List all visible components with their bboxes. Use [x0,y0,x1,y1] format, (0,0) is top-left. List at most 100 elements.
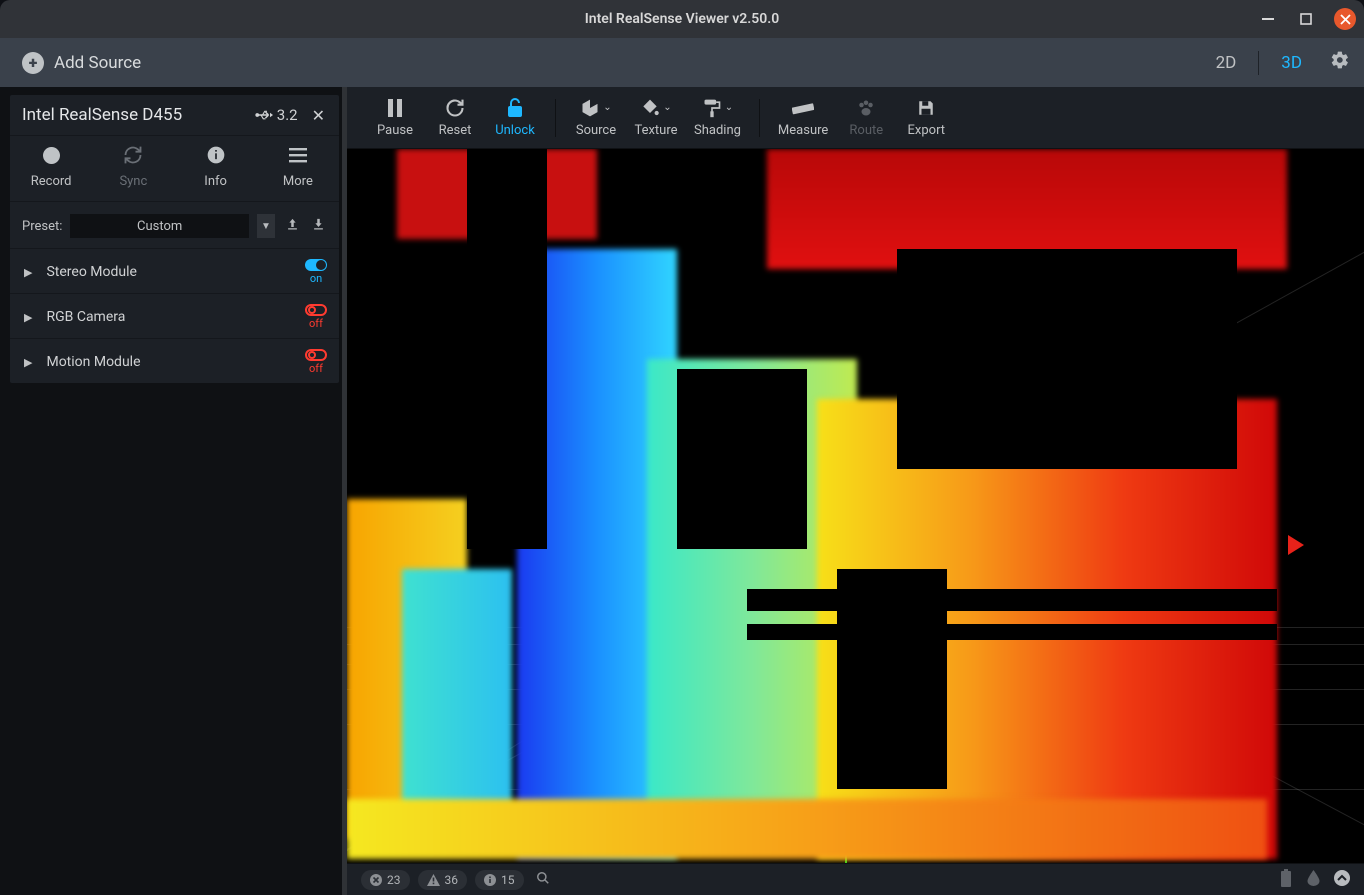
warning-icon [427,874,440,886]
pause-icon [387,97,403,119]
sync-button[interactable]: Sync [92,144,174,189]
expand-caret-icon: ▶ [24,311,32,324]
toggle-state: on [310,272,322,285]
module-label: Motion Module [46,354,140,370]
x-axis-arrow-icon [1288,535,1304,555]
preset-dropdown-caret[interactable]: ▼ [257,214,275,238]
module-toggle[interactable]: off [305,304,327,330]
window-title: Intel RealSense Viewer v2.50.0 [585,11,780,27]
reset-label: Reset [439,123,472,138]
toggle-pill-icon [305,349,327,361]
viewport: Pause Reset Unlock [347,87,1364,895]
add-source-button[interactable]: + Add Source [0,38,347,87]
3d-canvas[interactable] [347,149,1364,863]
viewer-toolbar: Pause Reset Unlock [347,87,1364,149]
minimize-button[interactable] [1258,9,1278,29]
module-rgb[interactable]: ▶ RGB Camera off [10,293,339,338]
reset-button[interactable]: Reset [433,97,477,138]
status-right [1279,869,1350,891]
toggle-pill-icon [305,304,327,316]
module-toggle[interactable]: on [305,259,327,285]
hamburger-icon [289,144,307,166]
view-3d-button[interactable]: 3D [1277,51,1306,75]
preset-label: Preset: [22,219,62,234]
record-button[interactable]: Record [10,144,92,189]
expand-up-icon[interactable] [1334,870,1350,890]
expand-caret-icon: ▶ [24,356,32,369]
status-counters: 23 36 15 [361,870,550,890]
module-label: Stereo Module [46,264,136,280]
pause-button[interactable]: Pause [373,97,417,138]
droplet-icon [1307,870,1320,890]
toggle-state: off [309,317,323,330]
sync-icon [123,144,143,166]
more-label: More [283,174,313,189]
shading-label: Shading [694,123,741,138]
device-panel: Intel RealSense D455 3.2 ✕ Record [10,95,339,383]
save-icon [917,97,935,119]
upload-preset-icon[interactable] [283,217,301,236]
unlock-icon [507,97,523,119]
unlock-button[interactable]: Unlock [493,97,537,138]
settings-gear-icon[interactable] [1330,50,1350,75]
usb-icon [255,108,273,122]
main-area: Intel RealSense D455 3.2 ✕ Record [0,87,1364,895]
status-bar: 23 36 15 [347,863,1364,895]
usb-version: 3.2 [277,106,298,124]
expand-caret-icon: ▶ [24,266,32,279]
window-controls [1258,8,1356,30]
cube-icon: ⌄ [580,97,611,119]
download-preset-icon[interactable] [309,217,327,236]
toggle-pill-icon [305,259,327,271]
error-icon [370,874,382,886]
reset-icon [445,97,465,119]
device-actions: Record Sync Info [10,136,339,202]
roller-icon: ⌄ [702,97,733,119]
search-icon[interactable] [536,871,550,889]
pause-label: Pause [377,123,413,138]
battery-icon [1279,869,1293,891]
module-motion[interactable]: ▶ Motion Module off [10,338,339,383]
info-button[interactable]: Info [175,144,257,189]
plus-circle-icon: + [22,52,44,74]
sync-label: Sync [119,174,147,189]
record-icon [43,144,60,166]
export-button[interactable]: Export [904,97,948,138]
source-label: Source [576,123,616,138]
record-label: Record [31,174,72,189]
device-meta: 3.2 ✕ [255,106,325,125]
measure-button[interactable]: Measure [778,97,828,138]
route-label: Route [849,123,883,138]
preset-select[interactable]: Custom [70,214,249,238]
info-icon [206,144,226,166]
info-icon [484,874,496,886]
maximize-button[interactable] [1296,9,1316,29]
error-count-pill[interactable]: 23 [361,870,410,890]
source-button[interactable]: ⌄ Source [574,97,618,138]
module-label: RGB Camera [46,309,125,325]
more-button[interactable]: More [257,144,339,189]
preset-value: Custom [137,219,182,234]
view-2d-button[interactable]: 2D [1212,51,1241,75]
error-count: 23 [387,873,401,887]
measure-label: Measure [778,123,828,138]
ruler-icon [792,97,814,119]
paint-bucket-icon: ⌄ [640,97,671,119]
info-count-pill[interactable]: 15 [475,870,524,890]
device-close-button[interactable]: ✕ [312,106,325,125]
info-count: 15 [501,873,515,887]
preset-row: Preset: Custom ▼ [10,202,339,248]
module-toggle[interactable]: off [305,349,327,375]
close-button[interactable] [1334,8,1356,30]
route-button: Route [844,97,888,138]
texture-label: Texture [634,123,677,138]
shading-button[interactable]: ⌄ Shading [694,97,741,138]
texture-button[interactable]: ⌄ Texture [634,97,678,138]
top-bar: + Add Source 2D 3D [0,38,1364,87]
module-stereo[interactable]: ▶ Stereo Module on [10,248,339,293]
paw-icon [856,97,876,119]
warning-count-pill[interactable]: 36 [418,870,468,890]
toggle-state: off [309,362,323,375]
export-label: Export [908,123,946,138]
separator [1258,51,1259,75]
